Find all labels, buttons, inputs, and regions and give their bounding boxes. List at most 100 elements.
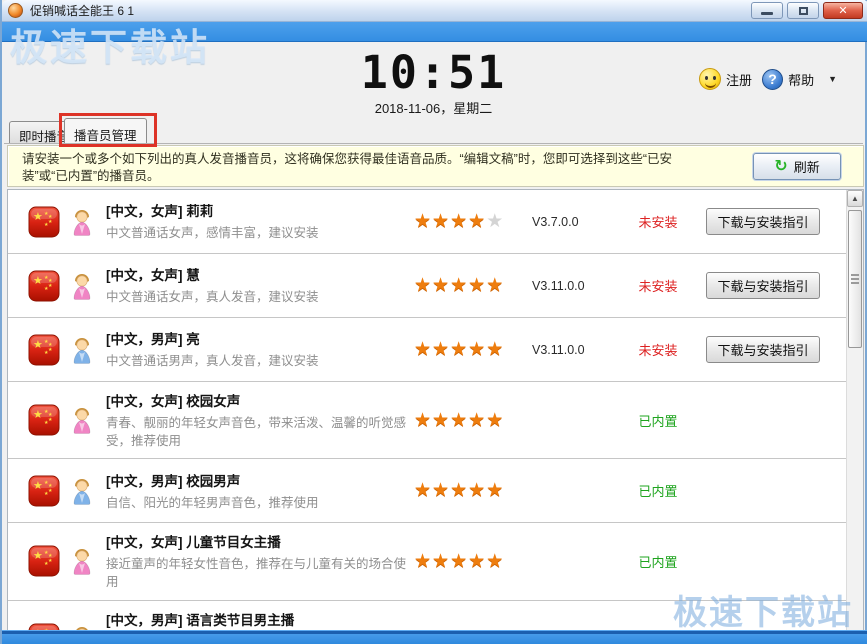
row-title: [中文，男声] 校园男声 <box>106 473 241 489</box>
row-desc: 接近童声的年轻女性音色，推荐在与儿童有关的场合使用 <box>106 557 407 590</box>
star-filled-icon: ★ <box>450 211 469 232</box>
table-row: ★ ★ ★ ★ ★ [中文，男声] 亮 中文普通话男声，真人发音，建议安装 ★★… <box>8 318 846 382</box>
row-desc: 中文普通话女声，真人发音，建议安装 <box>106 290 319 305</box>
svg-text:★: ★ <box>44 286 49 292</box>
status-badge: 未安装 <box>638 343 678 358</box>
star-rating: ★★★★★ <box>414 409 532 432</box>
scrollbar[interactable]: ▲ <box>846 190 863 631</box>
row-version: V3.7.0.0 <box>532 214 579 229</box>
star-filled-icon: ★ <box>468 409 487 431</box>
row-version: V3.11.0.0 <box>532 342 585 357</box>
svg-text:★: ★ <box>44 491 49 497</box>
svg-text:★: ★ <box>44 561 49 567</box>
row-title: [中文，女声] 儿童节目女主播 <box>106 535 281 551</box>
star-filled-icon: ★ <box>450 480 469 502</box>
help-button[interactable]: ? 帮助 <box>762 68 815 90</box>
china-flag-icon: ★ ★ ★ ★ ★ <box>28 270 60 301</box>
register-label: 注册 <box>726 72 753 88</box>
svg-text:★: ★ <box>33 409 43 421</box>
bottom-bar <box>2 630 867 644</box>
svg-text:★: ★ <box>33 550 43 562</box>
table-row: ★ ★ ★ ★ ★ [中文，女声] 慧 中文普通话女声，真人发音，建议安装 ★★… <box>8 254 846 318</box>
svg-text:★: ★ <box>44 222 49 228</box>
header: 10:51 2018-11-06，星期二 注册 ? 帮助 ▼ <box>4 42 863 116</box>
star-filled-icon: ★ <box>414 480 433 502</box>
row-title: [中文，女声] 校园女声 <box>106 394 241 409</box>
star-rating: ★★★★★ <box>414 210 532 233</box>
star-rating: ★★★★★ <box>414 338 532 361</box>
person-icon <box>73 408 91 434</box>
row-title: [中文，男声] 亮 <box>106 332 200 348</box>
star-filled-icon: ★ <box>414 550 433 572</box>
svg-text:★: ★ <box>48 283 53 289</box>
star-filled-icon: ★ <box>450 409 469 431</box>
star-rating: ★★★★★ <box>414 274 532 297</box>
china-flag-icon: ★ ★ ★ ★ ★ <box>28 545 60 577</box>
title-bar: 促销喊话全能王 6 1 ✕ <box>2 0 867 22</box>
download-install-button[interactable]: 下载与安装指引 <box>706 208 820 235</box>
table-row: ★ ★ ★ ★ ★ [中文，女声] 莉莉 中文普通话女声，感情丰富，建议安装 ★… <box>8 190 846 254</box>
svg-text:★: ★ <box>48 347 53 353</box>
star-filled-icon: ★ <box>432 339 451 360</box>
star-filled-icon: ★ <box>414 409 433 431</box>
row-desc: 自信、阳光的年轻男声音色，推荐使用 <box>106 495 319 510</box>
star-filled-icon: ★ <box>414 339 433 360</box>
china-flag-icon: ★ ★ ★ ★ ★ <box>28 334 60 365</box>
star-filled-icon: ★ <box>486 409 505 431</box>
announcer-list-panel: ★ ★ ★ ★ ★ [中文，女声] 莉莉 中文普通话女声，感情丰富，建议安装 ★… <box>7 189 864 632</box>
person-icon <box>73 209 91 236</box>
star-filled-icon: ★ <box>450 275 469 296</box>
maximize-button[interactable] <box>787 2 819 19</box>
star-filled-icon: ★ <box>486 550 505 572</box>
status-badge: 已内置 <box>638 554 678 570</box>
tab-strip: 即时播音 播音员管理 <box>4 113 863 147</box>
row-title: [中文，女声] 莉莉 <box>106 204 214 220</box>
notice-bar: 请安装一个或多个如下列出的真人发音播音员，这将确保您获得最佳语音品质。“编辑文稿… <box>7 145 864 187</box>
row-title: [中文，男声] 语言类节目男主播 <box>106 612 295 628</box>
star-rating: ★★★★★ <box>414 550 532 573</box>
star-filled-icon: ★ <box>468 480 487 502</box>
scrollbar-thumb[interactable] <box>848 210 862 348</box>
table-row: ★ ★ ★ ★ ★ [中文，女声] 儿童节目女主播 接近童声的年轻女性音色，推荐… <box>8 523 846 601</box>
blue-strip <box>2 22 867 42</box>
minimize-button[interactable] <box>751 2 783 19</box>
star-filled-icon: ★ <box>432 211 451 232</box>
refresh-button[interactable]: ↻ 刷新 <box>753 153 841 180</box>
close-button[interactable]: ✕ <box>823 2 863 19</box>
tab-announcer-management[interactable]: 播音员管理 <box>64 118 147 143</box>
china-flag-icon: ★ ★ ★ ★ ★ <box>28 475 60 507</box>
star-filled-icon: ★ <box>414 211 433 232</box>
star-filled-icon: ★ <box>432 550 451 572</box>
window-title: 促销喊话全能王 6 1 <box>30 4 135 18</box>
download-install-button[interactable]: 下载与安装指引 <box>706 272 820 299</box>
scroll-up-button[interactable]: ▲ <box>847 190 863 207</box>
download-install-button[interactable]: 下载与安装指引 <box>706 336 820 363</box>
status-badge: 未安装 <box>638 215 678 230</box>
star-filled-icon: ★ <box>432 409 451 431</box>
table-row: ★ ★ ★ ★ ★ [中文，男声] 语言类节目男主播 稳重、大气的男声音色，特别… <box>8 601 846 631</box>
minimize-icon <box>761 12 773 15</box>
refresh-label: 刷新 <box>793 160 820 175</box>
star-rating: ★★★★★ <box>414 479 532 502</box>
star-filled-icon: ★ <box>486 339 505 360</box>
row-version: V3.11.0.0 <box>532 278 585 293</box>
star-filled-icon: ★ <box>468 339 487 360</box>
scrollbar-grip-icon <box>851 278 859 280</box>
svg-text:★: ★ <box>33 211 43 223</box>
star-filled-icon: ★ <box>450 550 469 572</box>
china-flag-icon: ★ ★ ★ ★ ★ <box>28 404 60 436</box>
star-filled-icon: ★ <box>432 480 451 502</box>
status-badge: 已内置 <box>638 484 678 500</box>
register-button[interactable]: 注册 <box>699 68 752 90</box>
person-icon <box>73 478 91 505</box>
notice-text: 请安装一个或多个如下列出的真人发音播音员，这将确保您获得最佳语音品质。“编辑文稿… <box>22 152 672 183</box>
star-filled-icon: ★ <box>432 275 451 296</box>
table-row: ★ ★ ★ ★ ★ [中文，女声] 校园女声 青春、靓丽的年轻女声音色，带来活泼… <box>8 382 846 460</box>
chevron-down-icon[interactable]: ▼ <box>828 74 837 84</box>
maximize-icon <box>798 6 808 15</box>
svg-text:★: ★ <box>33 480 43 492</box>
date: 2018-11-06，星期二 <box>374 101 493 116</box>
star-filled-icon: ★ <box>486 275 505 296</box>
close-icon: ✕ <box>838 5 848 17</box>
help-label: 帮助 <box>788 72 815 88</box>
